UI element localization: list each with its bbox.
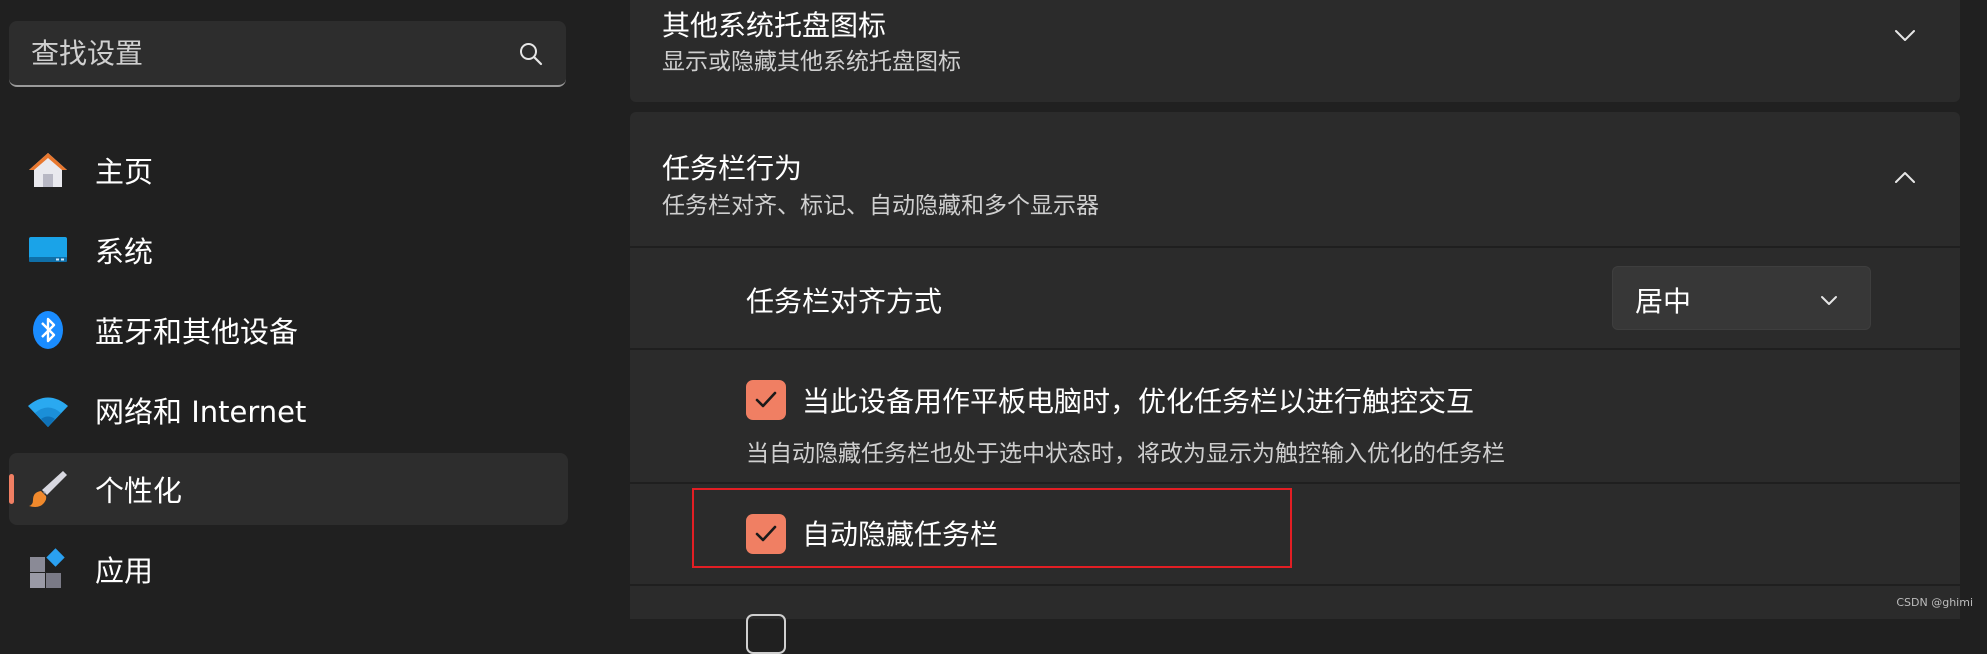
tablet-optimize-label: 当此设备用作平板电脑时，优化任务栏以进行触控交互: [802, 385, 1475, 418]
next-setting-row: [630, 586, 1960, 654]
sidebar-item-label: 个性化: [95, 474, 183, 508]
dropdown-selected-value: 居中: [1635, 285, 1692, 318]
card-subtitle: 显示或隐藏其他系统托盘图标: [662, 49, 961, 75]
active-indicator: [9, 474, 14, 504]
sidebar: 主页 系统 蓝牙和其他设备 网络和 Internet: [0, 0, 600, 619]
taskbar-behavior-card[interactable]: 任务栏行为 任务栏对齐、标记、自动隐藏和多个显示器: [630, 112, 1960, 246]
sidebar-item-personalization[interactable]: 个性化: [9, 453, 568, 525]
apps-icon: [30, 548, 65, 588]
sidebar-item-label: 系统: [95, 235, 154, 269]
sidebar-item-bluetooth[interactable]: 蓝牙和其他设备: [9, 294, 568, 366]
system-monitor-icon: [29, 237, 67, 262]
card-title: 任务栏行为: [662, 152, 803, 185]
search-icon[interactable]: [518, 41, 544, 67]
sidebar-item-home[interactable]: 主页: [9, 134, 568, 206]
home-icon: [29, 153, 67, 187]
sidebar-item-network[interactable]: 网络和 Internet: [9, 374, 568, 446]
chevron-down-icon[interactable]: [1892, 22, 1918, 48]
highlight-box: [692, 488, 1292, 568]
next-setting-checkbox[interactable]: [746, 614, 786, 654]
sidebar-item-apps[interactable]: 应用: [9, 533, 568, 605]
tablet-optimize-description: 当自动隐藏任务栏也处于选中状态时，将改为显示为触控输入优化的任务栏: [746, 441, 1505, 467]
tablet-optimize-row: 当此设备用作平板电脑时，优化任务栏以进行触控交互 当自动隐藏任务栏也处于选中状态…: [630, 350, 1960, 482]
wifi-icon: [28, 397, 68, 427]
chevron-down-icon: [1821, 296, 1837, 305]
search-input[interactable]: [29, 21, 493, 85]
checkmark-icon: [755, 391, 777, 408]
taskbar-alignment-dropdown[interactable]: 居中: [1612, 266, 1871, 330]
card-title: 其他系统托盘图标: [662, 9, 887, 42]
sidebar-item-system[interactable]: 系统: [9, 214, 568, 286]
sidebar-item-label: 蓝牙和其他设备: [95, 315, 299, 349]
sidebar-item-label: 网络和 Internet: [95, 395, 307, 429]
watermark: CSDN @ghimi: [1896, 596, 1973, 609]
card-subtitle: 任务栏对齐、标记、自动隐藏和多个显示器: [662, 193, 1099, 219]
tablet-optimize-checkbox[interactable]: [746, 380, 786, 420]
sidebar-item-label: 主页: [95, 155, 154, 189]
sidebar-item-label: 应用: [95, 554, 154, 588]
chevron-up-icon[interactable]: [1892, 165, 1918, 191]
other-tray-icons-card[interactable]: 其他系统托盘图标 显示或隐藏其他系统托盘图标: [630, 0, 1960, 102]
bluetooth-icon: [33, 311, 63, 349]
paintbrush-icon: [29, 471, 67, 507]
taskbar-alignment-label: 任务栏对齐方式: [746, 285, 943, 318]
search-box[interactable]: [9, 21, 566, 87]
